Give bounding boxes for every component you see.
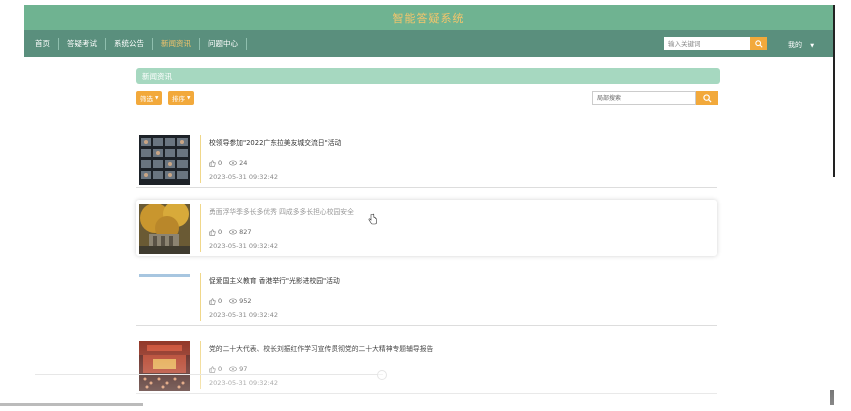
caret-down-icon: ▼ <box>187 95 191 101</box>
news-stats: 0 97 <box>209 365 247 373</box>
news-title[interactable]: 党的二十大代表、校长刘振红作学习宣传贯彻党的二十大精神专题辅导报告 <box>209 343 433 353</box>
news-date: 2023-05-31 09:32:42 <box>209 379 279 387</box>
news-thumbnail[interactable] <box>139 341 190 391</box>
search-icon <box>702 93 712 103</box>
item-divider <box>200 135 201 183</box>
progress-track[interactable] <box>35 374 383 375</box>
search-icon <box>754 39 763 48</box>
thumbs-up-icon <box>209 159 216 167</box>
eye-icon <box>229 160 237 166</box>
view-count: 24 <box>229 159 247 167</box>
thumbs-up-icon <box>209 297 216 305</box>
like-count[interactable]: 0 <box>209 159 222 167</box>
caret-down-icon: ▼ <box>810 43 815 49</box>
nav-search-button[interactable] <box>750 37 767 50</box>
section-title: 新闻资讯 <box>142 71 172 81</box>
caret-down-icon: ▼ <box>155 95 159 101</box>
thumbs-up-icon <box>209 365 216 373</box>
news-thumbnail[interactable] <box>139 273 190 323</box>
sort-label: 排序 <box>172 95 185 103</box>
news-thumbnail[interactable] <box>139 135 190 185</box>
item-divider <box>200 341 201 389</box>
news-date: 2023-05-31 09:32:42 <box>209 242 279 250</box>
news-title[interactable]: 校领导参加"2022广东拉美友城交流日"活动 <box>209 137 341 147</box>
local-search-input[interactable] <box>592 91 696 105</box>
news-stats: 0 24 <box>209 159 247 167</box>
news-date: 2023-05-31 09:32:42 <box>209 173 279 181</box>
local-search <box>592 91 718 105</box>
eye-icon <box>229 298 237 304</box>
like-count[interactable]: 0 <box>209 297 222 305</box>
nav-item-home[interactable]: 首页 <box>24 37 59 50</box>
news-title[interactable]: 勇面浮华季多长多优秀 四成多多长担心校园安全 <box>209 206 354 216</box>
news-stats: 0 952 <box>209 297 252 305</box>
news-item[interactable]: 校领导参加"2022广东拉美友城交流日"活动 0 24 2023-05-31 0… <box>136 131 717 188</box>
window-edge <box>833 5 835 177</box>
news-date: 2023-05-31 09:32:42 <box>209 311 279 319</box>
nav-item-exam[interactable]: 答疑考试 <box>59 37 106 50</box>
news-item[interactable]: 党的二十大代表、校长刘振红作学习宣传贯彻党的二十大精神专题辅导报告 0 97 2… <box>136 337 717 394</box>
news-item[interactable]: 促爱国主义教育 香港举行"光影进校园"活动 0 952 2023-05-31 0… <box>136 269 717 326</box>
thumbs-up-icon <box>209 228 216 236</box>
app-title: 智能答疑系统 <box>392 11 465 25</box>
eye-icon <box>229 229 237 235</box>
nav-item-announcements[interactable]: 系统公告 <box>106 37 153 50</box>
progress-handle[interactable] <box>377 370 387 380</box>
app-header: 智能答疑系统 <box>24 5 833 30</box>
eye-icon <box>229 366 237 372</box>
news-item[interactable]: 勇面浮华季多长多优秀 四成多多长担心校园安全 0 827 2023-05-31 … <box>136 200 717 256</box>
sort-button[interactable]: 排序 ▼ <box>168 91 195 105</box>
like-count[interactable]: 0 <box>209 365 222 373</box>
nav-item-question-center[interactable]: 问题中心 <box>200 37 247 50</box>
view-count: 97 <box>229 365 247 373</box>
horizontal-scrollbar[interactable] <box>0 403 143 406</box>
mine-label: 我的 <box>788 41 802 49</box>
item-divider <box>200 273 201 321</box>
scrollbar-thumb[interactable] <box>830 390 834 405</box>
filter-button[interactable]: 筛选 ▼ <box>136 91 163 105</box>
nav-search-input[interactable] <box>664 37 750 50</box>
news-title[interactable]: 促爱国主义教育 香港举行"光影进校园"活动 <box>209 275 340 285</box>
section-title-bar: 新闻资讯 <box>136 68 720 84</box>
view-count: 827 <box>229 228 252 236</box>
like-count[interactable]: 0 <box>209 228 222 236</box>
local-search-button[interactable] <box>696 91 718 105</box>
filter-label: 筛选 <box>140 95 153 103</box>
nav-search <box>664 37 767 50</box>
hand-cursor-icon <box>368 210 378 229</box>
news-stats: 0 827 <box>209 228 252 236</box>
item-divider <box>200 204 201 252</box>
news-thumbnail[interactable] <box>139 204 190 254</box>
nav-item-news[interactable]: 新闻资讯 <box>153 37 200 50</box>
mine-menu[interactable]: 我的 ▼ <box>788 40 814 50</box>
view-count: 952 <box>229 297 252 305</box>
main-navbar: 首页 答疑考试 系统公告 新闻资讯 问题中心 我的 ▼ <box>24 30 833 57</box>
